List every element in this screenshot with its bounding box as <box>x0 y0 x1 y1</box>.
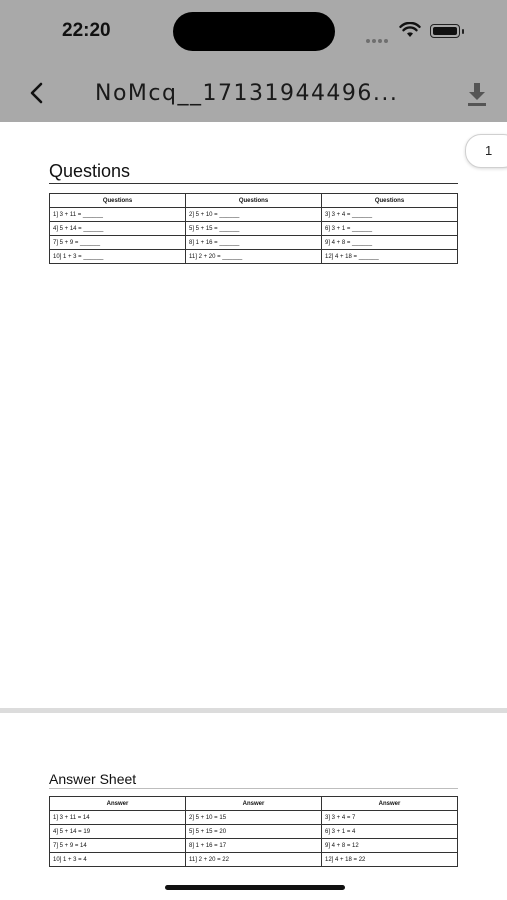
question-cell: 7] 5 + 9 = ______ <box>49 235 186 250</box>
answers-table: Answer Answer Answer 1] 3 + 11 = 14 2] 5… <box>49 796 458 867</box>
column-header: Answer <box>49 796 186 811</box>
answer-cell: 1] 3 + 11 = 14 <box>49 810 186 825</box>
answer-cell: 3] 3 + 4 = 7 <box>321 810 458 825</box>
page-divider <box>0 708 507 713</box>
question-cell: 3] 3 + 4 = ______ <box>321 207 458 222</box>
question-cell: 2] 5 + 10 = ______ <box>185 207 322 222</box>
question-cell: 4] 5 + 14 = ______ <box>49 221 186 236</box>
question-cell: 12] 4 + 18 = ______ <box>321 249 458 264</box>
column-header: Questions <box>321 193 458 208</box>
chevron-left-icon[interactable] <box>22 78 52 108</box>
wifi-icon <box>399 22 421 37</box>
app-bar: NoMcq__17131944496... <box>0 64 507 122</box>
answer-cell: 12] 4 + 18 = 22 <box>321 852 458 867</box>
battery-icon <box>430 24 464 38</box>
table-row: 7] 5 + 9 = ______ 8] 1 + 16 = ______ 9] … <box>49 235 458 250</box>
question-cell: 5] 5 + 15 = ______ <box>185 221 322 236</box>
questions-heading: Questions <box>49 161 131 181</box>
questions-table: Questions Questions Questions 1] 3 + 11 … <box>49 193 458 264</box>
question-cell: 8] 1 + 16 = ______ <box>185 235 322 250</box>
table-row: 10] 1 + 3 = ______ 11] 2 + 20 = ______ 1… <box>49 249 458 264</box>
answer-cell: 4] 5 + 14 = 19 <box>49 824 186 839</box>
answer-cell: 9] 4 + 8 = 12 <box>321 838 458 853</box>
status-bar: 22:20 <box>0 0 507 64</box>
page-number-badge: 1 <box>465 134 507 168</box>
question-cell: 1] 3 + 11 = ______ <box>49 207 186 222</box>
question-cell: 6] 3 + 1 = ______ <box>321 221 458 236</box>
dynamic-island <box>173 12 335 51</box>
table-header-row: Answer Answer Answer <box>49 796 458 811</box>
table-header-row: Questions Questions Questions <box>49 193 458 208</box>
status-time: 22:20 <box>62 20 111 41</box>
answer-cell: 8] 1 + 16 = 17 <box>185 838 322 853</box>
answer-cell: 6] 3 + 1 = 4 <box>321 824 458 839</box>
table-row: 4] 5 + 14 = 19 5] 5 + 15 = 20 6] 3 + 1 =… <box>49 824 458 839</box>
questions-divider <box>49 183 458 184</box>
table-row: 7] 5 + 9 = 14 8] 1 + 16 = 17 9] 4 + 8 = … <box>49 838 458 853</box>
table-row: 4] 5 + 14 = ______ 5] 5 + 15 = ______ 6]… <box>49 221 458 236</box>
column-header: Questions <box>185 193 322 208</box>
column-header: Questions <box>49 193 186 208</box>
cellular-signal-icon <box>366 30 392 43</box>
answer-cell: 10] 1 + 3 = 4 <box>49 852 186 867</box>
download-icon[interactable] <box>464 80 490 108</box>
document-title: NoMcq__17131944496... <box>95 81 399 106</box>
answer-cell: 11] 2 + 20 = 22 <box>185 852 322 867</box>
table-row: 1] 3 + 11 = ______ 2] 5 + 10 = ______ 3]… <box>49 207 458 222</box>
answer-cell: 7] 5 + 9 = 14 <box>49 838 186 853</box>
answer-cell: 5] 5 + 15 = 20 <box>185 824 322 839</box>
table-row: 10] 1 + 3 = 4 11] 2 + 20 = 22 12] 4 + 18… <box>49 852 458 867</box>
question-cell: 9] 4 + 8 = ______ <box>321 235 458 250</box>
question-cell: 10] 1 + 3 = ______ <box>49 249 186 264</box>
home-indicator[interactable] <box>165 885 345 890</box>
answer-sheet-heading: Answer Sheet <box>49 771 137 787</box>
column-header: Answer <box>321 796 458 811</box>
answer-sheet-divider <box>49 788 458 789</box>
question-cell: 11] 2 + 20 = ______ <box>185 249 322 264</box>
page-number: 1 <box>485 143 493 158</box>
table-row: 1] 3 + 11 = 14 2] 5 + 10 = 15 3] 3 + 4 =… <box>49 810 458 825</box>
answer-cell: 2] 5 + 10 = 15 <box>185 810 322 825</box>
column-header: Answer <box>185 796 322 811</box>
